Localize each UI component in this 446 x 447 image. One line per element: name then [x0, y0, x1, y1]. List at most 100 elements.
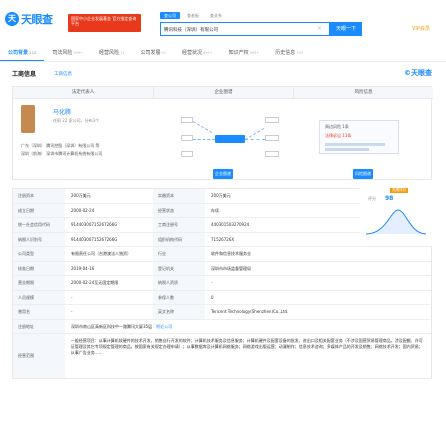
nav-label: 经营状况	[181, 50, 202, 56]
legal-rep-company-1: 广东（深圳） 腾讯控股（深圳）有限公司 等	[21, 143, 100, 148]
promo-banner[interactable]: 国家中小企业发展基金 官方指定查询平台	[68, 14, 141, 32]
field-label: 核准日期	[13, 261, 65, 275]
field-label: 公司类型	[13, 247, 65, 261]
field-label: 成立日期	[13, 203, 65, 217]
nav-tab-development[interactable]: 公司发展91	[132, 46, 173, 61]
section-link[interactable]: 工商信息	[54, 71, 72, 77]
field-value: 200万美元	[71, 193, 91, 198]
nav-tab-judicial-risk[interactable]: 司法风险999+	[44, 46, 91, 61]
field-value: 2000-02-24	[71, 207, 95, 213]
graph-node	[265, 151, 279, 157]
field-value: -	[71, 309, 73, 314]
table-row: 公司类型 有限责任公司（台港澳法人独资） 行业 软件和信息技术服务业	[13, 247, 431, 262]
table-row: 曾用名 - 英文名称 Tencent Technology(Shenzhen)Co.,…	[13, 305, 431, 320]
field-value: 71526726X	[211, 236, 235, 242]
field-value: 存续	[211, 207, 219, 213]
risk-tile: 周边风险 1条 法律诉讼 11条	[319, 120, 399, 154]
legal-rep-name[interactable]: 马化腾	[53, 107, 71, 116]
nav-label: 经营风险	[98, 50, 119, 56]
nearby-companies-link[interactable]: 附近公司	[156, 324, 172, 329]
nav-label: 知识产权	[228, 50, 249, 56]
score-widget[interactable]: 天眼评分 评分 98	[360, 188, 432, 246]
vip-link[interactable]: VIP会员	[412, 25, 430, 32]
section-header: 工商信息 工商信息 ©天眼查	[12, 68, 432, 80]
field-label: 人员规模	[13, 290, 65, 304]
enterprise-graph[interactable]: 企业图谱	[153, 99, 293, 181]
nav-count: 11	[119, 51, 125, 55]
nav-tab-history[interactable]: 历史信息193	[267, 46, 311, 61]
field-label: 注册地址	[13, 319, 65, 333]
clear-icon[interactable]: ×	[317, 25, 322, 33]
field-label: 曾用名	[13, 305, 65, 319]
legal-rep-company-2: 深圳（前海） 深圳市腾讯计算机系统有限公司	[21, 151, 103, 156]
nav-tab-operation-risk[interactable]: 经营风险11	[91, 46, 132, 61]
risk-bar	[325, 143, 385, 146]
field-label: 纳税人资质	[153, 276, 205, 290]
graph-view-button[interactable]: 企业图谱	[213, 169, 233, 179]
risk-bar	[325, 148, 369, 151]
field-label: 实缴资本	[153, 189, 205, 203]
table-row: 营业期限 2000-02-24至无固定期限 纳税人资质 -	[13, 276, 431, 291]
graph-node	[181, 135, 193, 141]
search-type-tabs: 查公司 查老板 查关系	[160, 12, 226, 19]
field-label: 工商注册号	[153, 218, 205, 232]
legal-rep-header: 法定代表人	[13, 87, 153, 99]
search-button[interactable]: 天眼一下	[330, 22, 362, 36]
graph-edge	[192, 121, 213, 133]
eye-logo-icon: 天	[5, 12, 19, 26]
nav-label: 公司背景	[8, 50, 29, 56]
table-row: 人员规模 - 参保人数 0	[13, 290, 431, 305]
avatar[interactable]	[21, 105, 35, 133]
field-label: 组织机构代码	[153, 232, 205, 246]
nav-tab-ip[interactable]: 知识产权999+	[221, 46, 268, 61]
legal-rep-sub: 任职 22 家公司，分布3个	[53, 118, 100, 123]
graph-node	[265, 117, 279, 123]
app-root: 天 天眼查 国家中小企业发展基金 官方指定查询平台 查公司 查老板 查关系 × …	[0, 0, 446, 447]
risk-item: 法律诉讼 11条	[325, 133, 352, 138]
nav-tab-background[interactable]: 公司背景115	[0, 46, 45, 61]
business-scope-text: 一般经营项目：从事计算机软硬件的技术开发，销售自行开发的软件；计算机技术服务及信…	[70, 338, 423, 355]
nav-count: 999+	[202, 51, 213, 55]
nav-label: 司法风险	[52, 50, 73, 56]
field-label: 英文名称	[153, 305, 205, 319]
nav-count: 115	[29, 51, 37, 55]
field-value: -	[211, 280, 213, 285]
risk-panel[interactable]: 周边风险 1条 法律诉讼 11条 风险图谱	[293, 99, 433, 181]
field-value: 2019-04-16	[71, 265, 95, 271]
field-value: 深圳市市场监督管理局	[211, 265, 251, 271]
nav-tab-operation[interactable]: 经营状况999+	[174, 46, 221, 61]
field-value: 200万美元	[211, 193, 231, 198]
top-bar: 天 天眼查 国家中小企业发展基金 官方指定查询平台 查公司 查老板 查关系 × …	[0, 0, 446, 40]
table-row: 核准日期 2019-04-16 登记机关 深圳市市场监督管理局	[13, 261, 431, 276]
field-label: 注册资本	[13, 189, 65, 203]
field-value: 440301503270924	[211, 222, 250, 227]
field-label: 经营范围	[13, 334, 65, 378]
search-input[interactable]	[164, 25, 294, 34]
field-label: 统一社会信用代码	[13, 218, 65, 232]
brand-logo[interactable]: 天 天眼查	[5, 11, 53, 27]
risk-header: 风险信息	[293, 87, 433, 99]
search-tab-relation[interactable]: 查关系	[206, 12, 226, 19]
field-value: 0	[211, 294, 214, 300]
search-tab-boss[interactable]: 查老板	[183, 12, 203, 19]
search-tab-company[interactable]: 查公司	[160, 12, 180, 19]
field-value: 91440300715267266G	[71, 236, 118, 242]
graph-view-button-label: 企业图谱	[215, 171, 231, 176]
table-row-scope: 经营范围 一般经营项目：从事计算机软硬件的技术开发，销售自行开发的软件；计算机技术…	[13, 334, 431, 378]
nav-count: 999+	[249, 51, 260, 55]
nav-count: 999+	[73, 51, 83, 55]
field-value: 2000-02-24至无固定期限	[71, 280, 119, 285]
graph-node	[181, 151, 193, 157]
graph-edge	[193, 139, 215, 140]
score-label: 评分	[368, 196, 376, 201]
field-label: 登记机关	[153, 261, 205, 275]
field-value: 有限责任公司（台港澳法人独资）	[71, 251, 131, 256]
field-label: 纳税人识别号	[13, 232, 65, 246]
address-value: 深圳市南山区高新区科技中一路腾讯大厦35层	[71, 323, 153, 329]
risk-title: 周边风险 1条	[325, 124, 349, 129]
risk-view-button[interactable]: 风险图谱	[353, 169, 373, 179]
table-row-address: 注册地址 深圳市南山区高新区科技中一路腾讯大厦35层 附近公司	[13, 319, 431, 334]
field-label: 参保人数	[153, 290, 205, 304]
field-value: -	[71, 294, 73, 300]
nav-count: 91	[161, 51, 166, 55]
